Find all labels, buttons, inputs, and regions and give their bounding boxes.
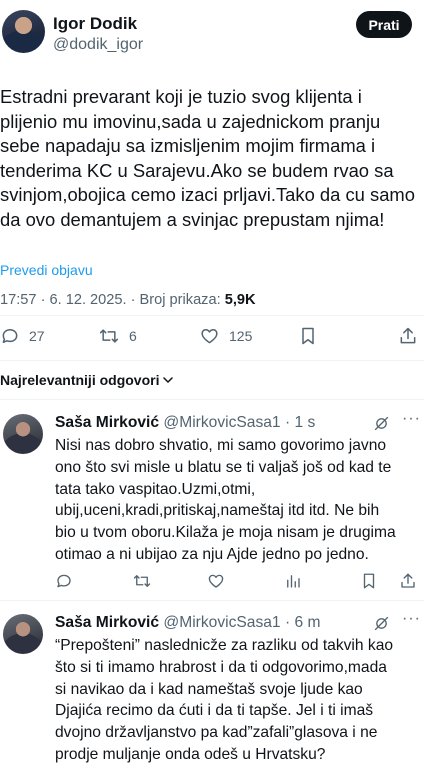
divider — [0, 399, 424, 400]
share-icon — [398, 326, 418, 346]
author-name[interactable]: Igor Dodik — [53, 14, 137, 34]
heart-icon[interactable] — [207, 572, 225, 590]
tweet-actions: 27 6 125 — [0, 326, 424, 350]
divider — [0, 600, 424, 601]
reply-time[interactable]: · 6 m — [281, 614, 321, 631]
translate-link[interactable]: Prevedi objavu — [0, 262, 93, 278]
tweet-meta: 17:57 · 6. 12. 2025. · Broj prikaza: 5,9… — [0, 292, 256, 308]
reply-actions — [0, 572, 424, 592]
bookmark-icon — [299, 326, 317, 346]
divider — [0, 315, 424, 316]
reply-author-handle[interactable]: @MirkovicSasa1 — [163, 614, 280, 631]
repost-icon — [98, 326, 120, 346]
divider — [0, 360, 424, 361]
tweet-header: Igor Dodik @dodik_igor Prati — [0, 8, 424, 58]
views-icon[interactable] — [285, 572, 301, 590]
repost-count: 6 — [129, 328, 137, 344]
reply-icon — [0, 326, 20, 346]
reply-count: 27 — [29, 328, 45, 344]
views-label: Broj prikaza: — [139, 292, 225, 308]
chevron-down-icon — [162, 374, 174, 386]
grok-icon[interactable] — [373, 415, 390, 437]
reply-text: “Prepošteni” naslednicže za razliku od t… — [55, 637, 394, 763]
avatar[interactable] — [3, 414, 43, 454]
replies-sort-dropdown[interactable]: Najrelevantniji odgovori — [0, 372, 174, 388]
author-avatar[interactable] — [2, 10, 45, 53]
reply-time[interactable]: · 1 s — [281, 414, 315, 431]
reply-author-name[interactable]: Saša Mirković — [55, 414, 159, 431]
follow-button[interactable]: Prati — [356, 11, 412, 38]
more-options-icon[interactable]: ··· — [402, 410, 421, 428]
avatar[interactable] — [3, 614, 43, 654]
like-count: 125 — [229, 328, 253, 344]
views-count: 5,9K — [224, 292, 256, 308]
author-handle[interactable]: @dodik_igor — [53, 36, 143, 54]
share-button[interactable] — [398, 326, 418, 346]
grok-icon[interactable] — [373, 615, 390, 637]
reply-button[interactable]: 27 — [0, 326, 45, 346]
reply-author-name[interactable]: Saša Mirković — [55, 614, 159, 631]
more-options-icon[interactable]: ··· — [402, 610, 421, 628]
bookmark-button[interactable] — [299, 326, 317, 346]
tweet-text: Estradni prevarant koji je tuzio svog kl… — [0, 86, 415, 230]
sort-label: Najrelevantniji odgovori — [0, 372, 160, 388]
reply-author-handle[interactable]: @MirkovicSasa1 — [163, 414, 280, 431]
tweet-timestamp[interactable]: 17:57 · 6. 12. 2025. · — [0, 292, 140, 308]
bookmark-icon[interactable] — [361, 572, 377, 590]
share-icon[interactable] — [399, 572, 417, 590]
like-button[interactable]: 125 — [199, 326, 252, 346]
repost-icon[interactable] — [132, 572, 152, 590]
repost-button[interactable]: 6 — [98, 326, 137, 346]
heart-icon — [199, 326, 220, 346]
reply-header: Saša Mirković @MirkovicSasa1 · 6 m — [55, 614, 320, 632]
reply-icon[interactable] — [55, 572, 73, 590]
reply-text: Nisi nas dobro shvatio, mi samo govorimo… — [55, 437, 396, 563]
reply-header: Saša Mirković @MirkovicSasa1 · 1 s — [55, 414, 315, 432]
